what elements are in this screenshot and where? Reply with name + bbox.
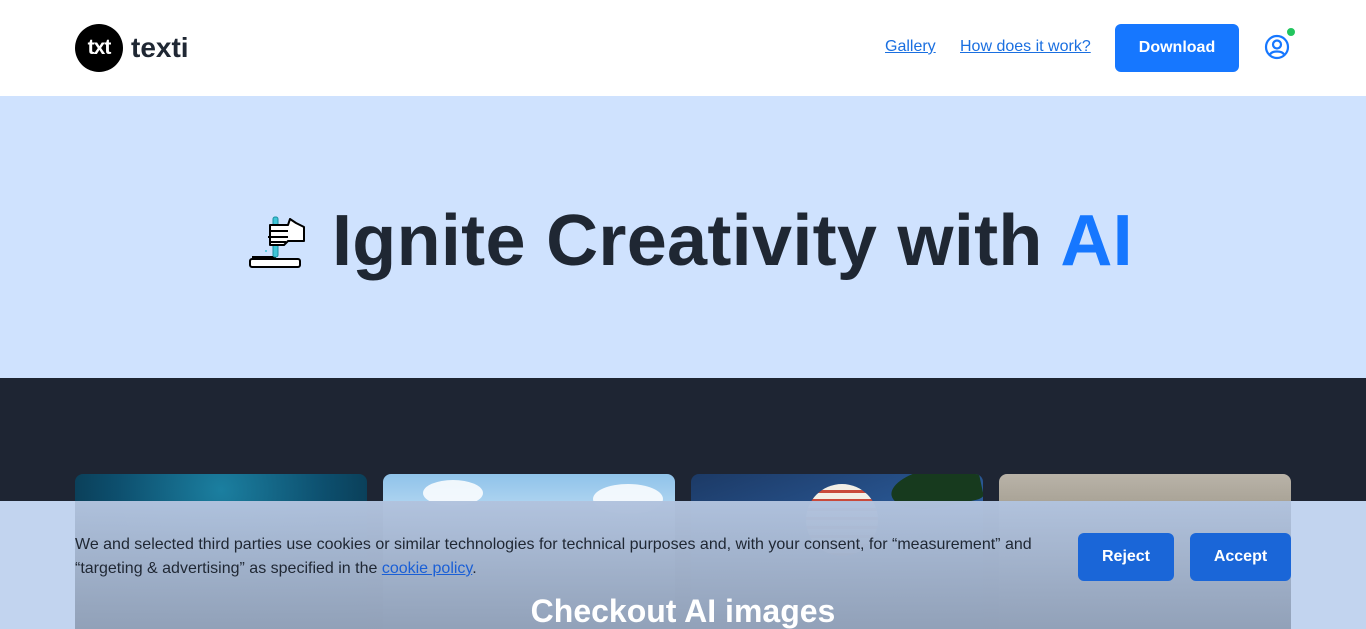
- hero-heading-main: Ignite Creativity with: [332, 201, 1061, 281]
- cookie-banner: We and selected third parties use cookie…: [0, 501, 1366, 629]
- accept-button[interactable]: Accept: [1190, 533, 1291, 581]
- logo-name: texti: [131, 32, 189, 63]
- hero-section: Ignite Creativity with AI: [0, 96, 1366, 378]
- logo-badge: txt: [75, 24, 123, 72]
- hero-heading: Ignite Creativity with AI: [332, 200, 1133, 282]
- cookie-message-end: .: [472, 560, 477, 577]
- hand-writing-icon: [249, 216, 305, 268]
- download-button[interactable]: Download: [1115, 24, 1239, 72]
- hero-heading-accent: AI: [1060, 201, 1133, 281]
- nav-link-how-it-works[interactable]: How does it work?: [960, 38, 1091, 56]
- hero-title: Ignite Creativity with AI: [248, 200, 1133, 282]
- reject-button[interactable]: Reject: [1078, 533, 1174, 581]
- nav-link-gallery[interactable]: Gallery: [885, 38, 936, 56]
- cookie-message-text: We and selected third parties use cookie…: [75, 536, 1032, 577]
- logo[interactable]: txt texti: [75, 24, 189, 72]
- cookie-message: We and selected third parties use cookie…: [75, 533, 1055, 581]
- cookie-policy-link[interactable]: cookie policy: [382, 560, 472, 577]
- online-status-dot: [1286, 27, 1296, 37]
- user-circle-icon[interactable]: [1264, 34, 1290, 60]
- gallery-heading: Checkout AI images: [530, 593, 836, 629]
- site-header: txt texti Gallery How does it work? Down…: [0, 0, 1366, 96]
